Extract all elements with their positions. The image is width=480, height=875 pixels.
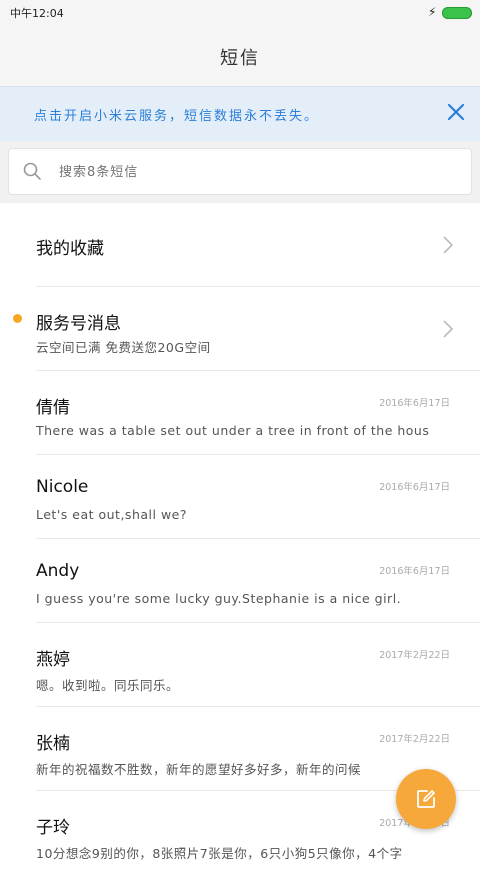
cloud-service-banner[interactable]: 点击开启小米云服务，短信数据永不丢失。 bbox=[0, 86, 480, 142]
list-item-date: 2016年6月17日 bbox=[379, 482, 450, 493]
list-item-title: 服务号消息 bbox=[36, 314, 121, 334]
list-item-title: Andy bbox=[36, 561, 80, 581]
banner-text[interactable]: 点击开启小米云服务，短信数据永不丢失。 bbox=[34, 105, 319, 124]
list-item-conversation[interactable]: 燕婷 2017年2月22日 嗯。收到啦。同乐同乐。 bbox=[0, 623, 480, 707]
list-item-preview: Let's eat out,shall we? bbox=[36, 507, 187, 522]
list-item-title: 我的收藏 bbox=[36, 239, 104, 259]
search-input[interactable] bbox=[57, 160, 441, 184]
list-item-favorites[interactable]: 我的收藏 bbox=[0, 203, 480, 287]
search-icon bbox=[22, 161, 42, 181]
list-item-preview: 嗯。收到啦。同乐同乐。 bbox=[36, 678, 180, 693]
list-item-date: 2017年2月22日 bbox=[379, 650, 450, 661]
list-item-preview: There was a table set out under a tree i… bbox=[36, 423, 430, 438]
list-item-title: Nicole bbox=[36, 477, 89, 497]
compose-icon bbox=[417, 790, 435, 808]
chevron-right-icon bbox=[438, 317, 458, 341]
list-item-preview: 新年的祝福数不胜数，新年的愿望好多好多，新年的问候 bbox=[36, 762, 362, 777]
list-item-service-messages[interactable]: 服务号消息 云空间已满 免费送您20G空间 bbox=[0, 287, 480, 371]
chevron-right-icon bbox=[438, 233, 458, 257]
list-item-conversation[interactable]: Andy 2016年6月17日 I guess you're some luck… bbox=[0, 539, 480, 623]
list-item-date: 2016年6月17日 bbox=[379, 566, 450, 577]
list-item-conversation[interactable]: 倩倩 2016年6月17日 There was a table set out … bbox=[0, 371, 480, 455]
battery-icon bbox=[442, 7, 472, 19]
list-item-preview: 云空间已满 免费送您20G空间 bbox=[36, 340, 211, 355]
list-item-date: 2016年6月17日 bbox=[379, 398, 450, 409]
list-item-preview: I guess you're some lucky guy.Stephanie … bbox=[36, 591, 402, 606]
list-item-title: 倩倩 bbox=[36, 398, 70, 418]
search-box[interactable] bbox=[8, 148, 472, 195]
page-title: 短信 bbox=[220, 48, 260, 69]
status-time: 中午12:04 bbox=[10, 7, 64, 20]
close-icon[interactable] bbox=[444, 100, 468, 124]
app-header: 短信 bbox=[0, 26, 480, 86]
list-item-conversation[interactable]: Nicole 2016年6月17日 Let's eat out,shall we… bbox=[0, 455, 480, 539]
list-item-date: 2017年2月22日 bbox=[379, 734, 450, 745]
search-area bbox=[0, 141, 480, 203]
lightning-icon: ⚡ bbox=[428, 5, 437, 19]
list-item-title: 子玲 bbox=[36, 818, 70, 838]
list-item-title: 燕婷 bbox=[36, 650, 70, 670]
compose-button[interactable] bbox=[396, 769, 456, 829]
unread-dot bbox=[13, 314, 22, 323]
status-bar: 中午12:04 ⚡ bbox=[0, 0, 480, 26]
list-item-title: 张楠 bbox=[36, 734, 70, 754]
